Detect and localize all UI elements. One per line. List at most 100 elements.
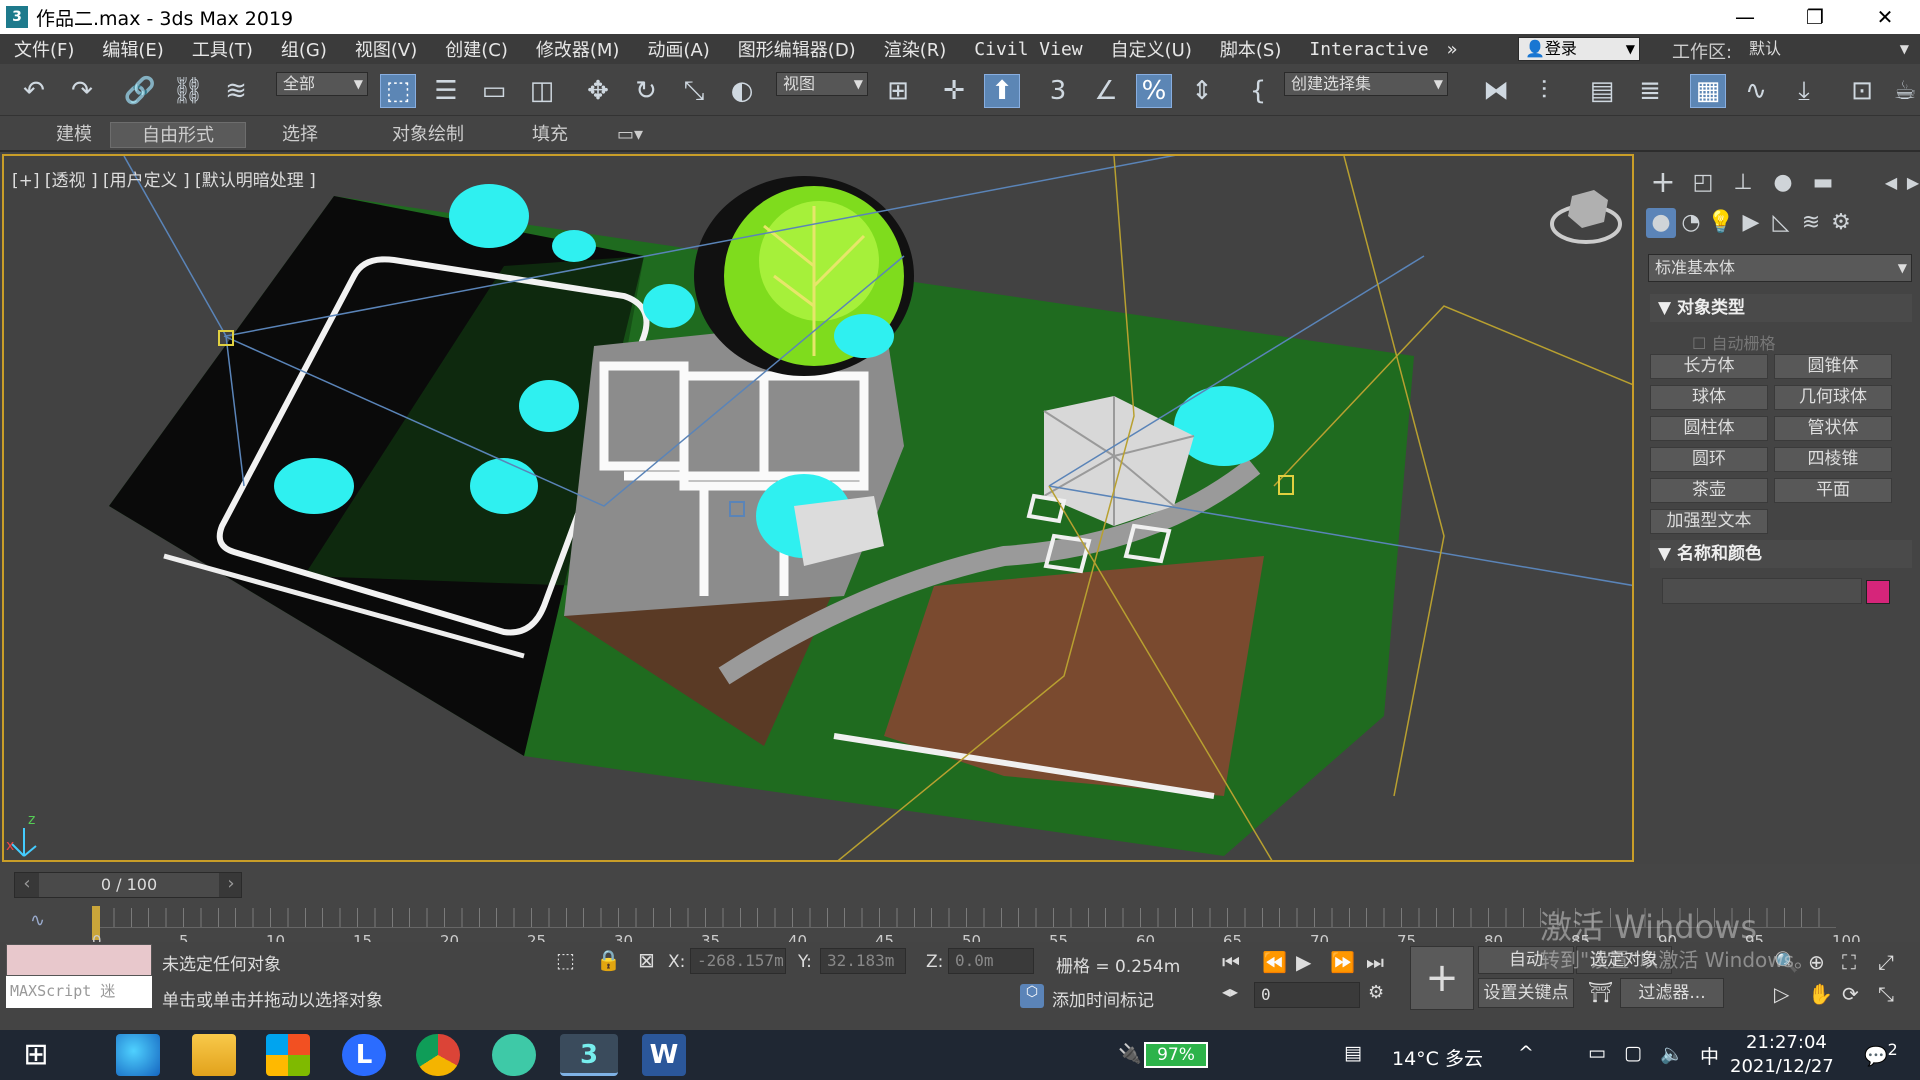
- menu-scripting[interactable]: 脚本(S): [1206, 36, 1295, 62]
- hierarchy-tab-icon[interactable]: ⊥: [1728, 168, 1758, 198]
- named-selection-dropdown[interactable]: 创建选择集 ▼: [1284, 72, 1448, 96]
- teapot-button[interactable]: 茶壶: [1650, 478, 1768, 503]
- sphere-button[interactable]: 球体: [1650, 385, 1768, 410]
- go-to-start-icon[interactable]: ⏮: [1222, 950, 1240, 974]
- power-plug-icon[interactable]: 🔌: [1118, 1042, 1142, 1065]
- plane-button[interactable]: 平面: [1774, 478, 1892, 503]
- go-to-end-icon[interactable]: ⏭: [1366, 950, 1384, 974]
- cylinder-button[interactable]: 圆柱体: [1650, 416, 1768, 441]
- box-button[interactable]: 长方体: [1650, 354, 1768, 379]
- move-icon[interactable]: ✥: [580, 74, 616, 108]
- rotate-icon[interactable]: ↻: [628, 74, 664, 108]
- textplus-button[interactable]: 加强型文本: [1650, 509, 1768, 534]
- redo-icon[interactable]: ↷: [64, 74, 100, 108]
- menu-edit[interactable]: 编辑(E): [88, 36, 177, 62]
- ref-coord-dropdown[interactable]: 视图 ▼: [776, 72, 868, 96]
- menu-file[interactable]: 文件(F): [0, 36, 88, 62]
- file-explorer-icon[interactable]: [192, 1034, 236, 1076]
- weather-icon[interactable]: ▤: [1344, 1042, 1362, 1064]
- maximize-viewport-icon[interactable]: ⤡: [1878, 982, 1894, 1006]
- tab-object-paint[interactable]: 对象绘制: [368, 122, 488, 148]
- minimize-button[interactable]: —: [1710, 0, 1780, 34]
- menu-rendering[interactable]: 渲染(R): [870, 36, 961, 62]
- menu-civil-view[interactable]: Civil View: [960, 39, 1096, 60]
- tray-expand-icon[interactable]: ^: [1518, 1042, 1534, 1064]
- menu-views[interactable]: 视图(V): [341, 36, 431, 62]
- menu-interactive[interactable]: Interactive: [1295, 39, 1442, 60]
- lock-selection-icon[interactable]: 🔒: [596, 948, 621, 972]
- select-manipulate-icon[interactable]: ✛: [936, 74, 972, 108]
- scale-icon[interactable]: ⤡: [676, 74, 712, 108]
- x-coord-field[interactable]: -268.157m: [690, 948, 786, 974]
- tab-modeling[interactable]: 建模: [34, 122, 114, 148]
- ribbon-toggle-icon[interactable]: ▦: [1690, 74, 1726, 108]
- menu-customize[interactable]: 自定义(U): [1097, 36, 1206, 62]
- chrome-icon[interactable]: [416, 1034, 460, 1076]
- tab-freeform[interactable]: 自由形式: [110, 122, 246, 148]
- key-filters-button[interactable]: 过滤器...: [1620, 978, 1724, 1008]
- category-dropdown[interactable]: 标准基本体 ▼: [1648, 254, 1912, 282]
- absolute-mode-icon[interactable]: ⊠: [638, 948, 655, 972]
- tab-selection[interactable]: 选择: [260, 122, 340, 148]
- link-icon[interactable]: 🔗: [122, 74, 158, 108]
- restore-button[interactable]: ❐: [1780, 0, 1850, 34]
- menu-group[interactable]: 组(G): [267, 36, 341, 62]
- z-coord-field[interactable]: 0.0m: [948, 948, 1034, 974]
- y-coord-field[interactable]: 32.183m: [820, 948, 906, 974]
- menu-tools[interactable]: 工具(T): [178, 36, 267, 62]
- isolate-selection-icon[interactable]: ⬚: [556, 948, 575, 972]
- clock-date[interactable]: 2021/12/27: [1730, 1056, 1834, 1077]
- mirror-icon[interactable]: ⧓: [1478, 74, 1514, 108]
- word-icon[interactable]: W: [642, 1034, 686, 1076]
- zoom-extents-icon[interactable]: ⛶: [1842, 950, 1856, 974]
- autogrid-checkbox[interactable]: ☐ 自动栅格: [1692, 330, 1775, 354]
- geometry-icon[interactable]: ●: [1646, 208, 1676, 238]
- frame-display[interactable]: 0 / 100: [39, 873, 219, 897]
- spinner-snap-icon[interactable]: ⇕: [1184, 74, 1220, 108]
- render-setup-icon[interactable]: ☕: [1892, 74, 1918, 108]
- menu-create[interactable]: 创建(C): [431, 36, 522, 62]
- tube-button[interactable]: 管状体: [1774, 416, 1892, 441]
- menu-modifiers[interactable]: 修改器(M): [522, 36, 634, 62]
- start-icon[interactable]: ⊞: [14, 1034, 58, 1076]
- geosphere-button[interactable]: 几何球体: [1774, 385, 1892, 410]
- battery-indicator[interactable]: 97%: [1144, 1042, 1208, 1068]
- object-name-field[interactable]: [1662, 578, 1862, 604]
- edge-icon[interactable]: [116, 1034, 160, 1076]
- maxscript-listener-top[interactable]: [6, 944, 152, 976]
- set-key-big-button[interactable]: +: [1410, 946, 1474, 1010]
- percent-snap-icon[interactable]: %: [1136, 74, 1172, 108]
- 3dsmax-taskbar-icon[interactable]: 3: [560, 1034, 618, 1076]
- next-frame-icon[interactable]: ›: [219, 873, 243, 897]
- clock-time[interactable]: 21:27:04: [1746, 1032, 1827, 1053]
- undo-icon[interactable]: ↶: [16, 74, 52, 108]
- workspace-dropdown[interactable]: 默认 ▼: [1742, 37, 1914, 61]
- previous-frame-icon[interactable]: ⏪: [1262, 950, 1287, 974]
- close-button[interactable]: ✕: [1850, 0, 1920, 34]
- window-crossing-icon[interactable]: ◫: [524, 74, 560, 108]
- keyboard-shortcut-override-icon[interactable]: ⬆: [984, 74, 1020, 108]
- snaps-toggle-icon[interactable]: 3: [1040, 74, 1076, 108]
- maxscript-mini-listener[interactable]: MAXScript 迷: [6, 976, 152, 1008]
- chat-app-icon[interactable]: [492, 1034, 536, 1076]
- pyramid-button[interactable]: 四棱锥: [1774, 447, 1892, 472]
- unlink-icon[interactable]: ⛓: [170, 74, 206, 108]
- prev-frame-icon[interactable]: ‹: [15, 873, 39, 897]
- create-tab-icon[interactable]: +: [1648, 168, 1678, 198]
- curve-editor-mini-icon[interactable]: ∿: [30, 910, 45, 931]
- layer-explorer-icon[interactable]: ≣: [1632, 74, 1668, 108]
- notification-icon[interactable]: 💬2: [1864, 1040, 1898, 1067]
- schematic-view-icon[interactable]: ⤓: [1786, 74, 1822, 108]
- key-filter-icon[interactable]: ⛩: [1588, 980, 1613, 1004]
- bind-space-warp-icon[interactable]: ≋: [218, 74, 254, 108]
- network-device-icon[interactable]: ▭: [1588, 1042, 1606, 1064]
- modify-tab-icon[interactable]: ◰: [1688, 168, 1718, 198]
- select-object-icon[interactable]: ⬚: [380, 74, 416, 108]
- field-of-view-icon[interactable]: ▷: [1774, 982, 1789, 1006]
- display-tab-icon[interactable]: ▬: [1808, 168, 1838, 198]
- object-type-rollout[interactable]: ▼ 对象类型: [1650, 294, 1912, 322]
- orbit-icon[interactable]: ⟳: [1842, 982, 1859, 1006]
- zoom-extents-all-icon[interactable]: ⤢: [1878, 950, 1894, 974]
- cameras-icon[interactable]: ▶: [1736, 208, 1766, 238]
- object-color-swatch[interactable]: [1866, 580, 1890, 604]
